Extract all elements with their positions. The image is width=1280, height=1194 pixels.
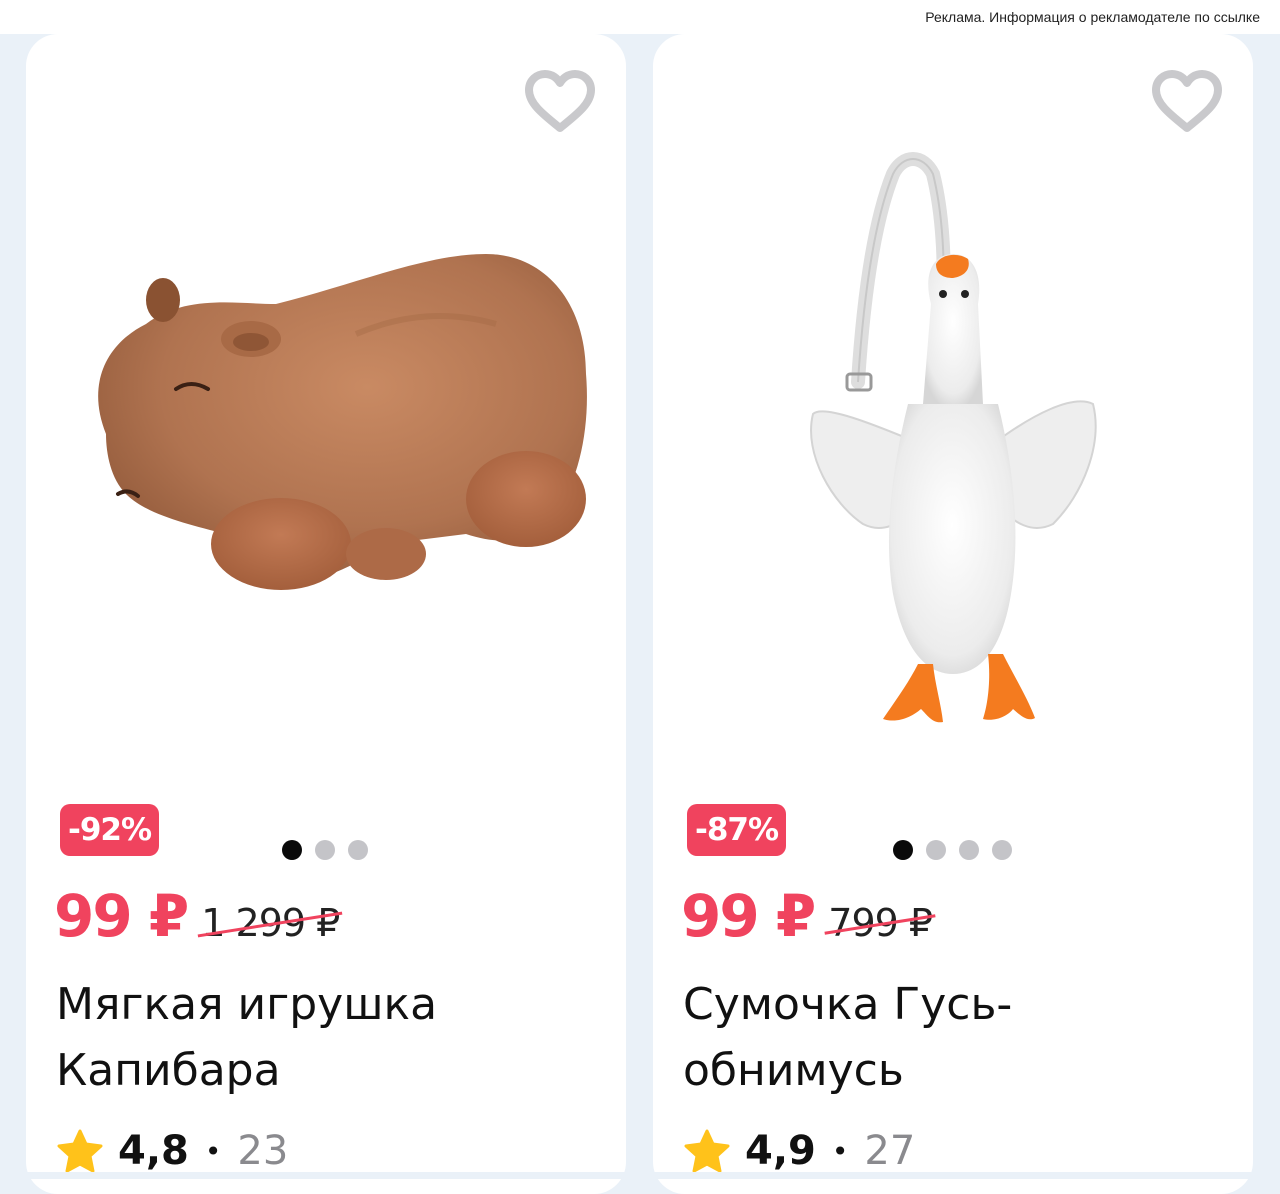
gallery-dot[interactable]: [315, 840, 335, 860]
gallery-dots: [893, 840, 1012, 862]
rating: 4,9 • 27: [683, 1128, 915, 1174]
star-icon: [57, 1129, 103, 1173]
rating: 4,8 • 23: [56, 1128, 288, 1174]
old-price: 799 ₽: [828, 901, 933, 945]
rating-separator: •: [204, 1134, 222, 1168]
product-card[interactable]: -92% 99 ₽ 1 299 ₽ Мягкая игрушка Капибар…: [26, 34, 626, 1194]
gallery-dot[interactable]: [959, 840, 979, 860]
discount-badge: -87%: [687, 804, 787, 856]
product-card[interactable]: -87% 99 ₽ 799 ₽ Сумочка Гусь-обнимусь 4,…: [653, 34, 1253, 1194]
top-bar: Реклама. Информация о рекламодателе по с…: [0, 0, 1280, 34]
price-row: 99 ₽ 799 ₽: [681, 882, 933, 952]
gallery-dot[interactable]: [992, 840, 1012, 860]
gallery-dot[interactable]: [893, 840, 913, 860]
price-row: 99 ₽ 1 299 ₽: [54, 882, 340, 952]
product-image-goose[interactable]: [653, 104, 1253, 784]
current-price: 99 ₽: [681, 882, 816, 950]
product-title[interactable]: Сумочка Гусь-обнимусь: [683, 972, 1223, 1104]
gallery-dot[interactable]: [282, 840, 302, 860]
ad-notice-link[interactable]: Реклама. Информация о рекламодателе по с…: [925, 9, 1260, 25]
rating-separator: •: [831, 1134, 849, 1168]
bottom-edge: [0, 1172, 1280, 1179]
rating-value: 4,9: [745, 1128, 816, 1174]
gallery-dot[interactable]: [926, 840, 946, 860]
product-image-capybara[interactable]: [26, 104, 626, 784]
review-count: 23: [237, 1128, 289, 1174]
gallery-dots: [282, 840, 368, 862]
old-price: 1 299 ₽: [201, 901, 340, 945]
discount-badge: -92%: [60, 804, 160, 856]
review-count: 27: [864, 1128, 916, 1174]
gallery-dot[interactable]: [348, 840, 368, 860]
rating-value: 4,8: [118, 1128, 189, 1174]
current-price: 99 ₽: [54, 882, 189, 950]
product-title[interactable]: Мягкая игрушка Капибара: [56, 972, 596, 1104]
star-icon: [684, 1129, 730, 1173]
